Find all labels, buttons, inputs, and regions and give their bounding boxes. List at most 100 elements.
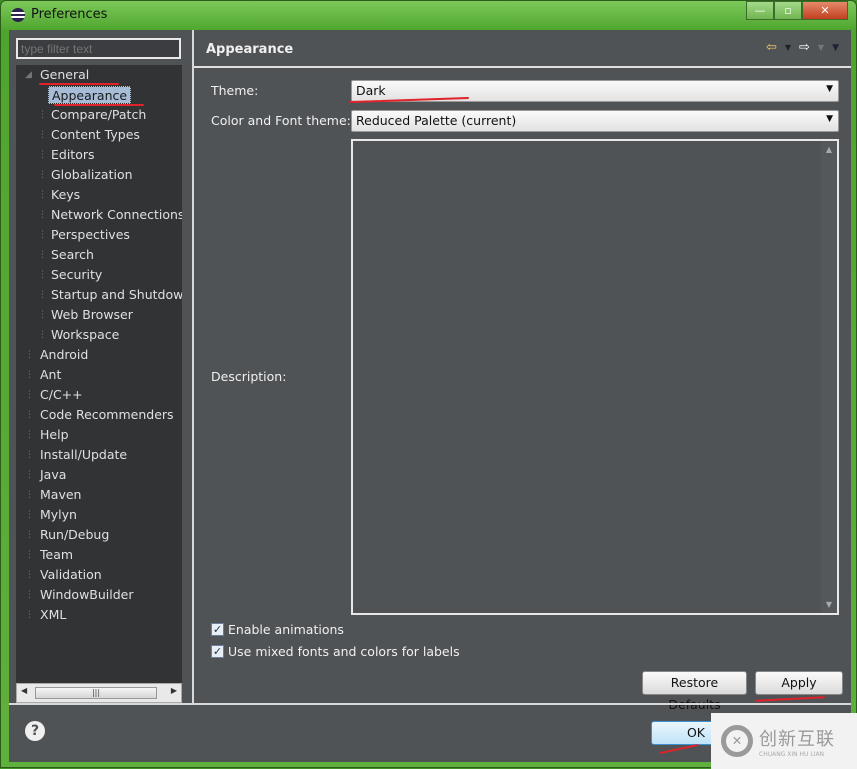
checkbox-checked-icon[interactable]: ✓ <box>211 645 224 658</box>
tree-item-appearance[interactable]: Appearance <box>48 86 132 104</box>
restore-defaults-button[interactable]: Restore Defaults <box>642 671 747 712</box>
tree-item-content-types[interactable]: Content Types <box>51 126 140 144</box>
tree-connector-icon: ⋮ <box>25 370 34 380</box>
tree-item-install-update[interactable]: Install/Update <box>40 446 127 464</box>
back-arrow-icon[interactable]: ⇦ <box>766 40 777 55</box>
tree-connector-icon: ⋮ <box>25 590 34 600</box>
tree-horizontal-scrollbar[interactable]: ◀ ||| ▶ <box>16 683 182 703</box>
tree-item-maven[interactable]: Maven <box>40 486 81 504</box>
header-divider <box>194 66 851 68</box>
dialog-body: General ◢ Appearance Compare/Patch ⋮ Content … <box>9 30 851 762</box>
tree-item-workspace[interactable]: Workspace <box>51 326 119 344</box>
tree-item-editors[interactable]: Editors <box>51 146 95 164</box>
tree-connector-icon: ⋮ <box>38 210 47 220</box>
tree-item-general[interactable]: General <box>40 66 89 84</box>
color-font-theme-value: Reduced Palette (current) <box>356 113 517 128</box>
tree-connector-icon: ⋮ <box>25 350 34 360</box>
maximize-button[interactable]: ▫ <box>774 1 802 20</box>
chevron-down-icon: ▼ <box>826 84 833 94</box>
page-title: Appearance <box>206 42 294 57</box>
footer-divider <box>9 703 851 705</box>
tree-connector-icon: ⋮ <box>25 570 34 580</box>
preferences-window: Preferences — ▫ ✕ General ◢ Appearance Comp… <box>0 0 857 769</box>
tree-connector-icon: ⋮ <box>38 330 47 340</box>
tree-item-web-browser[interactable]: Web Browser <box>51 306 133 324</box>
annotation-mark <box>54 104 144 106</box>
scroll-thumb[interactable]: ||| <box>35 687 157 699</box>
expanded-icon[interactable]: ◢ <box>25 66 32 84</box>
tree-item-c-c-[interactable]: C/C++ <box>40 386 83 404</box>
tree-connector-icon: ⋮ <box>25 410 34 420</box>
color-font-theme-label: Color and Font theme: <box>211 113 351 128</box>
chevron-down-icon: ▼ <box>826 114 833 124</box>
watermark-text: 创新互联 <box>759 728 835 750</box>
tree-item-help[interactable]: Help <box>40 426 69 444</box>
tree-item-search[interactable]: Search <box>51 246 94 264</box>
tree-item-compare-patch[interactable]: Compare/Patch <box>51 106 146 124</box>
tree-item-security[interactable]: Security <box>51 266 102 284</box>
tree-connector-icon: ⋮ <box>25 390 34 400</box>
tree-item-startup-and-shutdown[interactable]: Startup and Shutdown <box>51 286 182 304</box>
tree-connector-icon: ⋮ <box>38 190 47 200</box>
watermark-subtext: CHUANG XIN HU LIAN <box>759 750 825 758</box>
tree-connector-icon: ⋮ <box>38 270 47 280</box>
filter-input[interactable] <box>16 38 181 59</box>
description-scrollbar[interactable]: ▲ ▼ <box>821 141 837 613</box>
watermark-logo: ✕ 创新互联 CHUANG XIN HU LIAN <box>711 713 857 769</box>
view-menu-icon[interactable]: ▼ <box>832 43 839 53</box>
close-button[interactable]: ✕ <box>802 1 848 20</box>
theme-label: Theme: <box>211 83 259 98</box>
tree-item-android[interactable]: Android <box>40 346 88 364</box>
tree-connector-icon: ⋮ <box>25 430 34 440</box>
mixed-fonts-label: Use mixed fonts and colors for labels <box>228 644 460 659</box>
scroll-left-icon[interactable]: ◀ <box>21 686 27 695</box>
forward-arrow-icon[interactable]: ⇨ <box>799 40 810 55</box>
tree-connector-icon: ⋮ <box>38 170 47 180</box>
tree-connector-icon: ⋮ <box>25 470 34 480</box>
tree-item-code-recommenders[interactable]: Code Recommenders <box>40 406 174 424</box>
tree-item-network-connections[interactable]: Network Connections <box>51 206 182 224</box>
annotation-mark <box>754 696 826 702</box>
tree-connector-icon: ⋮ <box>25 610 34 620</box>
annotation-mark <box>659 743 699 755</box>
apply-button[interactable]: Apply <box>755 671 843 695</box>
tree-item-globalization[interactable]: Globalization <box>51 166 133 184</box>
tree-item-java[interactable]: Java <box>40 466 66 484</box>
tree-connector-icon: ⋮ <box>25 490 34 500</box>
tree-item-validation[interactable]: Validation <box>40 566 102 584</box>
description-label: Description: <box>211 369 287 384</box>
help-icon[interactable]: ? <box>25 721 45 741</box>
scroll-right-icon[interactable]: ▶ <box>171 686 177 695</box>
tree-item-mylyn[interactable]: Mylyn <box>40 506 77 524</box>
tree-item-windowbuilder[interactable]: WindowBuilder <box>40 586 134 604</box>
color-font-theme-select[interactable]: Reduced Palette (current) ▼ <box>351 110 839 132</box>
tree-item-keys[interactable]: Keys <box>51 186 80 204</box>
annotation-mark <box>39 83 119 85</box>
tree-item-team[interactable]: Team <box>40 546 73 564</box>
forward-history-dropdown-icon[interactable]: ▼ <box>818 43 824 52</box>
enable-animations-checkbox[interactable]: ✓ Enable animations <box>211 622 344 637</box>
theme-value: Dark <box>356 83 386 98</box>
divider <box>192 30 194 703</box>
tree-connector-icon: ⋮ <box>38 130 47 140</box>
tree-connector-icon: ⋮ <box>38 150 47 160</box>
tree-connector-icon: ⋮ <box>38 290 47 300</box>
tree-connector-icon: ⋮ <box>38 310 47 320</box>
back-history-dropdown-icon[interactable]: ▼ <box>785 43 791 52</box>
eclipse-icon <box>11 7 25 22</box>
tree-connector-icon: ⋮ <box>38 230 47 240</box>
description-textarea[interactable]: ▲ ▼ <box>351 139 839 615</box>
tree-connector-icon: ⋮ <box>25 450 34 460</box>
tree-item-xml[interactable]: XML <box>40 606 66 624</box>
mixed-fonts-checkbox[interactable]: ✓ Use mixed fonts and colors for labels <box>211 644 460 659</box>
tree-connector-icon: ⋮ <box>25 510 34 520</box>
window-title: Preferences <box>31 7 108 22</box>
tree-item-ant[interactable]: Ant <box>40 366 61 384</box>
minimize-button[interactable]: — <box>746 1 774 20</box>
tree-connector-icon: ⋮ <box>25 550 34 560</box>
tree-item-run-debug[interactable]: Run/Debug <box>40 526 109 544</box>
tree-item-perspectives[interactable]: Perspectives <box>51 226 130 244</box>
checkbox-checked-icon[interactable]: ✓ <box>211 623 224 636</box>
tree-connector-icon: ⋮ <box>38 110 47 120</box>
tree-connector-icon: ⋮ <box>38 250 47 260</box>
